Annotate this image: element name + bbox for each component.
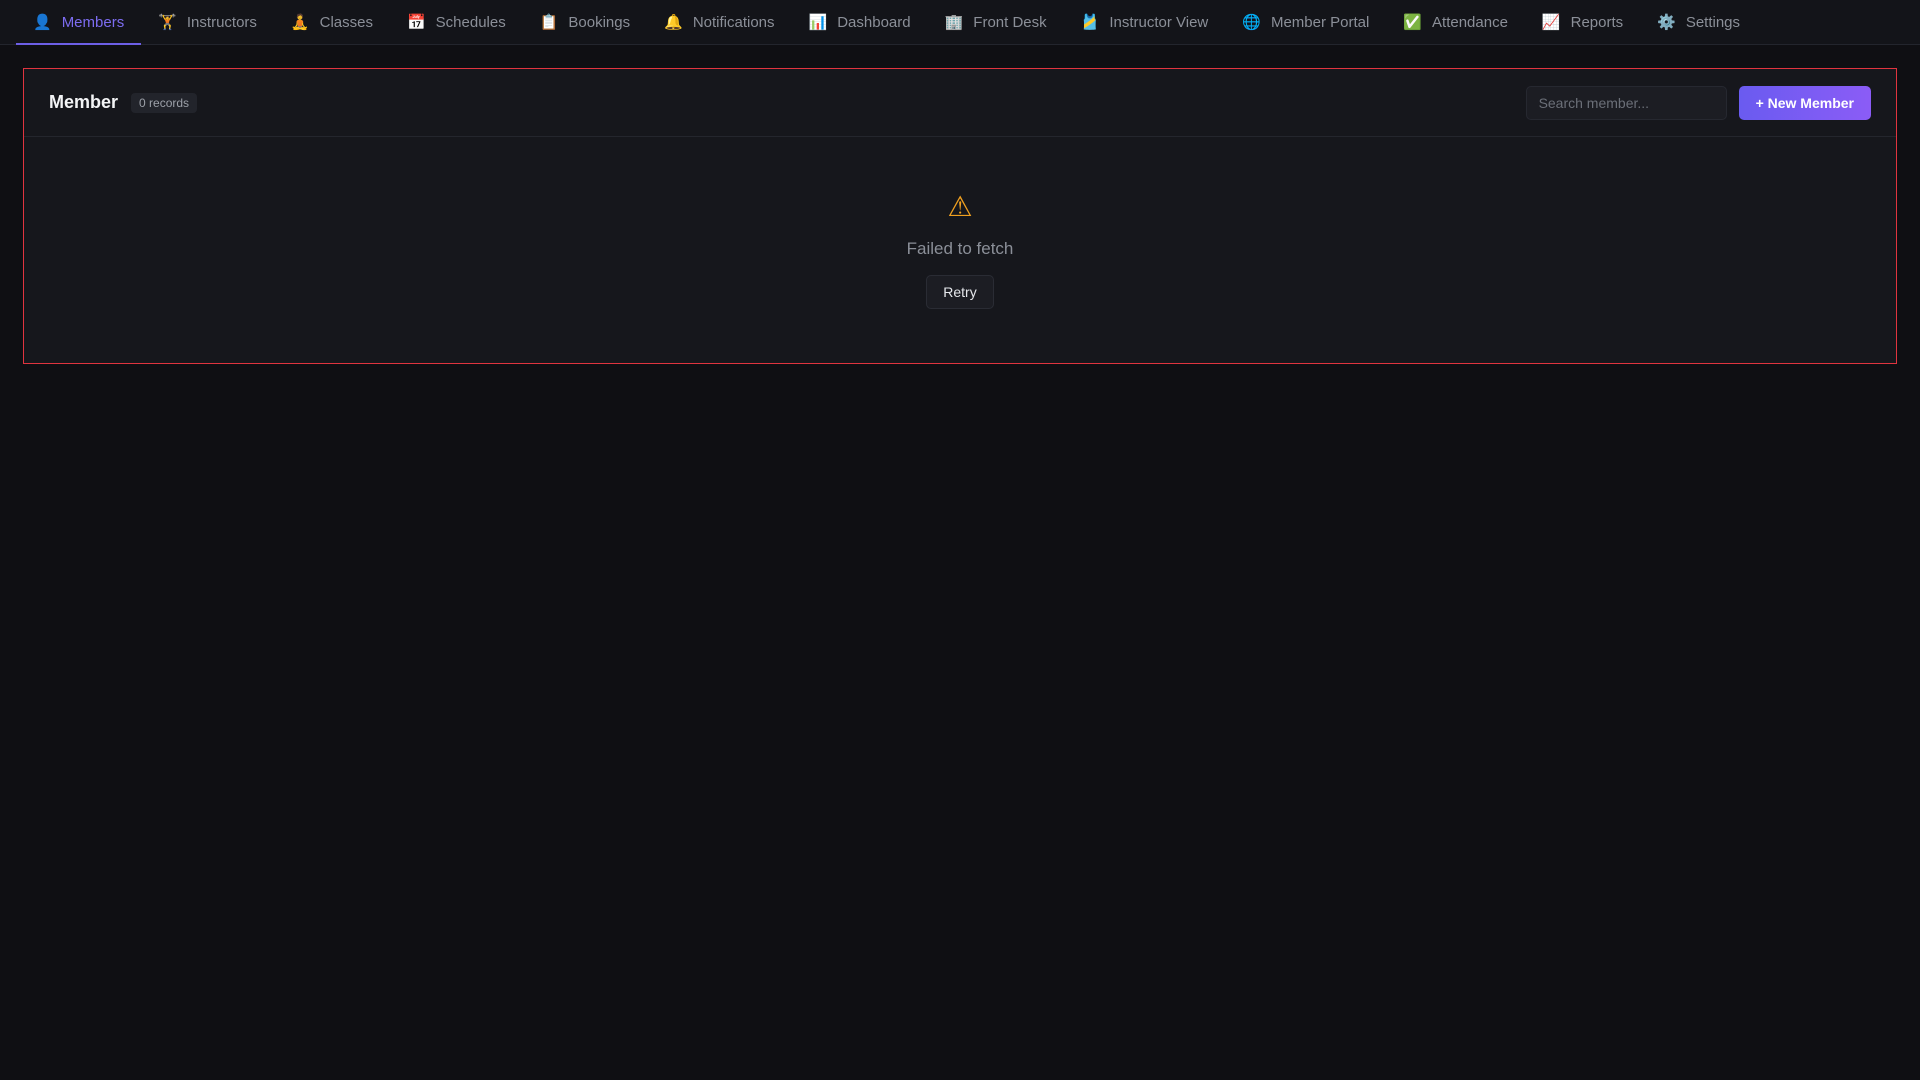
tab-label: Settings — [1685, 13, 1741, 31]
calendar-icon: 📅 — [406, 12, 426, 31]
tab-settings[interactable]: ⚙️ Settings — [1640, 0, 1757, 44]
yoga-icon: 🧘 — [290, 12, 310, 31]
new-member-button[interactable]: + New Member — [1738, 85, 1871, 120]
tab-label: Bookings — [568, 13, 631, 31]
bar-chart-icon: 📊 — [808, 12, 828, 31]
search-input[interactable] — [1525, 85, 1727, 120]
error-message: Failed to fetch — [906, 239, 1014, 258]
tab-label: Notifications — [692, 13, 775, 31]
record-count-badge: 0 records — [131, 92, 198, 113]
tab-label: Schedules — [435, 13, 506, 31]
trend-chart-icon: 📈 — [1541, 12, 1561, 31]
tab-schedules[interactable]: 📅 Schedules — [390, 0, 523, 44]
tab-instructor-view[interactable]: 🎽 Instructor View — [1064, 0, 1226, 44]
tab-label: Attendance — [1432, 13, 1508, 31]
tab-reports[interactable]: 📈 Reports — [1525, 0, 1640, 44]
tab-label: Instructor View — [1109, 13, 1209, 31]
panel-header: Member 0 records + New Member — [24, 69, 1896, 137]
tab-dashboard[interactable]: 📊 Dashboard — [792, 0, 928, 44]
retry-button[interactable]: Retry — [926, 275, 994, 309]
error-state: ⚠ Failed to fetch Retry — [24, 137, 1896, 309]
tab-bookings[interactable]: 📋 Bookings — [523, 0, 647, 44]
bell-icon: 🔔 — [664, 12, 683, 31]
office-building-icon: 🏢 — [944, 12, 964, 31]
tab-label: Members — [61, 13, 125, 31]
tab-member-portal[interactable]: 🌐 Member Portal — [1225, 0, 1386, 44]
tab-label: Dashboard — [837, 13, 911, 31]
tab-label: Reports — [1570, 13, 1624, 31]
clipboard-icon: 📋 — [539, 12, 559, 31]
weightlifter-icon: 🏋 — [158, 12, 177, 31]
tab-front-desk[interactable]: 🏢 Front Desk — [928, 0, 1064, 44]
tab-classes[interactable]: 🧘 Classes — [274, 0, 390, 44]
page-title: Member — [49, 92, 119, 112]
tab-label: Classes — [319, 13, 373, 31]
jersey-icon: 🎽 — [1080, 12, 1100, 31]
warning-icon: ⚠ — [947, 190, 973, 223]
tab-attendance[interactable]: ✅ Attendance — [1386, 0, 1525, 44]
tab-members[interactable]: 👤 Members — [16, 0, 142, 45]
globe-icon: 🌐 — [1242, 12, 1261, 31]
top-navigation: 👤 Members 🏋 Instructors 🧘 Classes 📅 Sche… — [0, 0, 1920, 45]
person-icon: 👤 — [33, 12, 52, 31]
member-panel: Member 0 records + New Member ⚠ Failed t… — [23, 68, 1897, 364]
tab-label: Front Desk — [973, 13, 1047, 31]
gear-icon: ⚙️ — [1657, 12, 1676, 31]
tab-notifications[interactable]: 🔔 Notifications — [647, 0, 791, 44]
tab-label: Member Portal — [1270, 13, 1370, 31]
tab-label: Instructors — [186, 13, 257, 31]
tab-instructors[interactable]: 🏋 Instructors — [141, 0, 274, 44]
check-mark-icon: ✅ — [1403, 12, 1423, 31]
